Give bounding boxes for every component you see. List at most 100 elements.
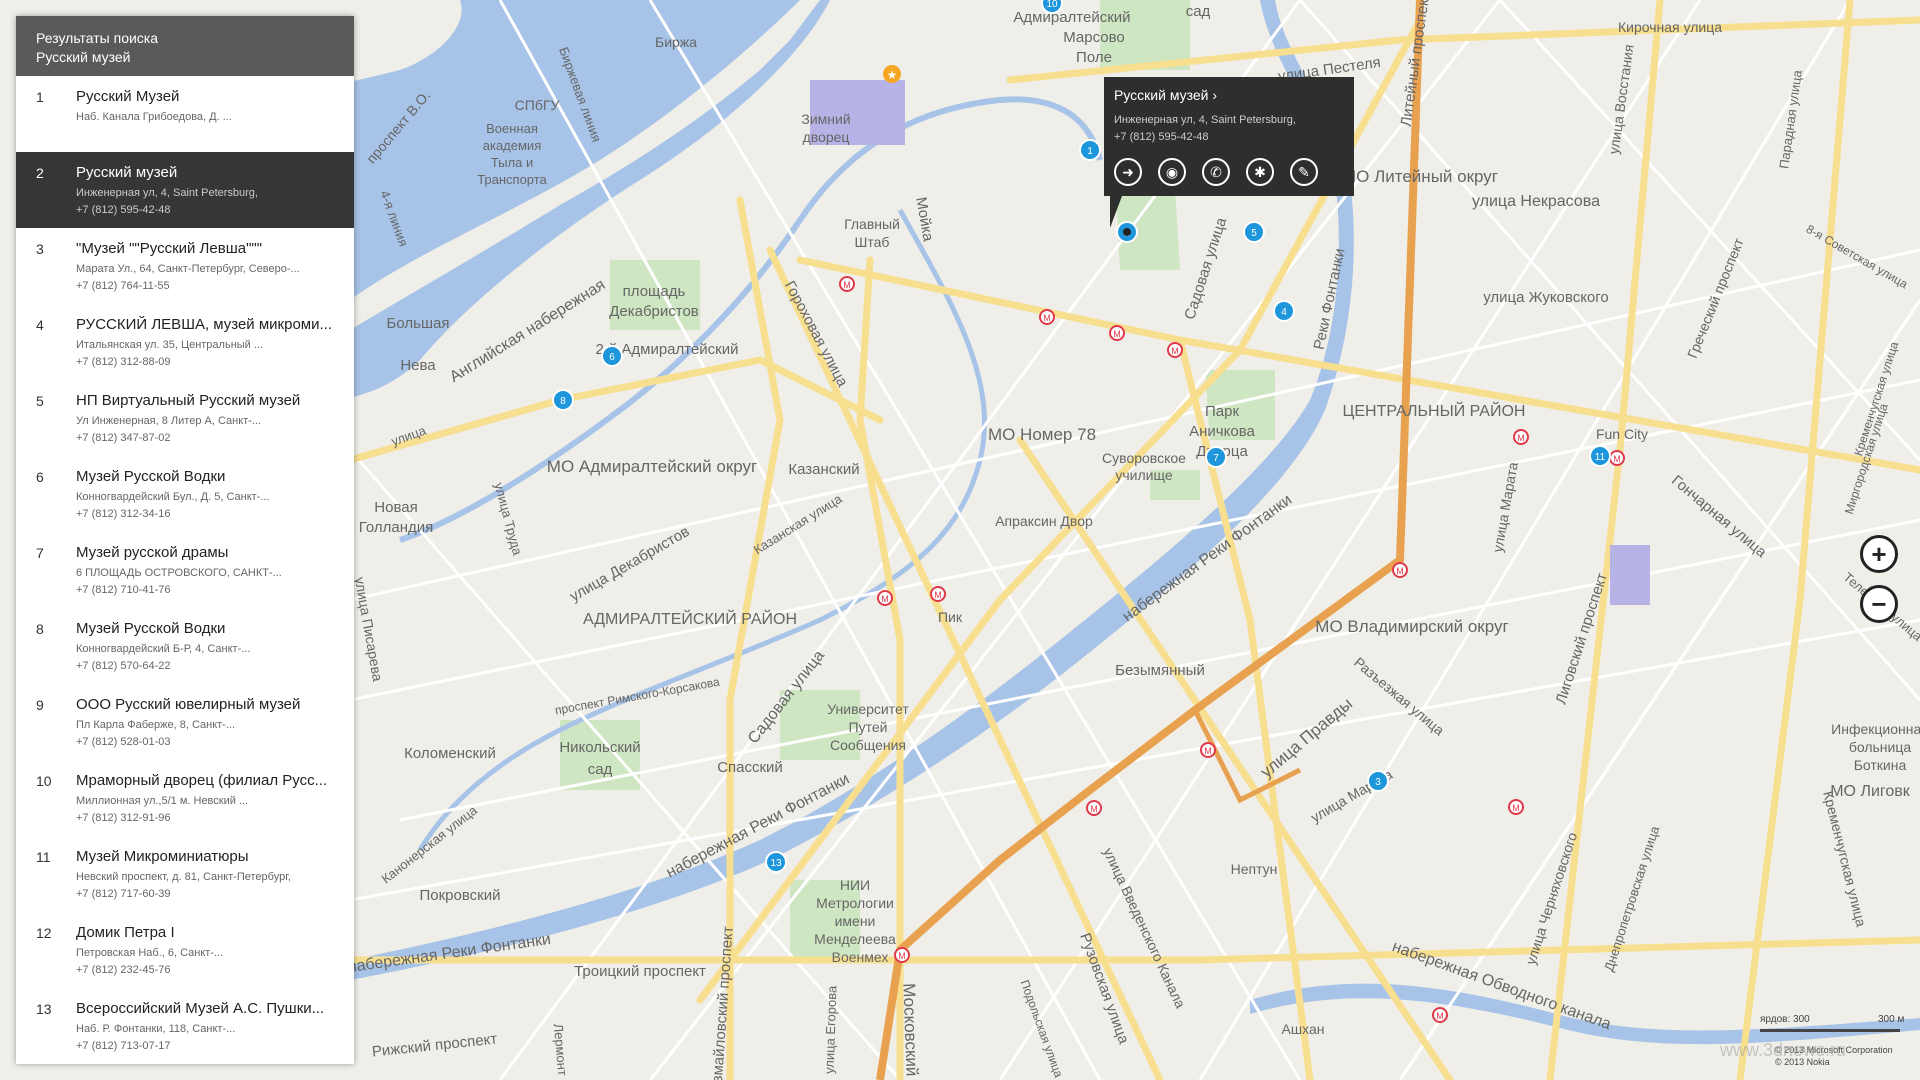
directions-icon[interactable]: ➜ [1114,158,1142,186]
metro-glyph: M [1396,566,1404,576]
callout-address: Инженерная ул, 4, Saint Petersburg, [1114,114,1296,126]
result-address: Миллионная ул.,5/1 м. Невский ... [76,795,249,807]
result-phone: +7 (812) 717-60-39 [76,888,171,900]
result-number: 4 [36,317,44,333]
result-address: Инженерная ул, 4, Saint Petersburg, [76,187,258,199]
map-label: Инфекционная [1831,721,1920,737]
result-number: 12 [36,925,52,941]
map-label: Военмех [832,949,889,965]
callout-phone: +7 (812) 595-42-48 [1114,131,1209,143]
map-label: Ашхан [1282,1021,1325,1037]
result-pin[interactable]: 4 [1273,300,1295,322]
map-label: сад [588,761,613,778]
metro-glyph: M [1517,433,1525,443]
map-label: академия [483,138,542,153]
result-pin[interactable]: 13 [765,851,787,873]
map-label: Московский [899,983,921,1077]
result-pin[interactable]: 1 [1079,139,1101,161]
map-label: МО Владимирский округ [1315,617,1508,636]
map-label: Сообщения [830,737,906,753]
result-address: 6 ПЛОЩАДЬ ОСТРОВСКОГО, САНКТ-... [76,567,282,579]
result-item[interactable]: 8 Музей Русской Водки Конногвардейский Б-Р… [16,608,354,684]
nearby-icon[interactable]: ✱ [1246,158,1274,186]
result-pin[interactable]: 6 [601,345,623,367]
map-label: Спасский [717,759,783,776]
result-item[interactable]: 4 РУССКИЙ ЛЕВША, музей микроми... Итальянс… [16,304,354,380]
map-label: Адмиралтейский [1013,9,1130,26]
map-label: улица Егорова [821,985,839,1074]
metro-glyph: M [1113,329,1121,339]
map-label: Парк [1205,403,1239,420]
map-label: Казанский [788,461,859,478]
callout-actions: ➜ ◉ ✆ ✱ ✎ [1114,158,1334,186]
map-label: Декабристов [609,303,699,320]
map-label: Пик [938,609,963,625]
zoom-in-button[interactable]: + [1860,535,1898,573]
result-name: Музей Русской Водки [76,468,226,485]
result-item[interactable]: 5 НП Виртуальный Русский музей Ул Инженерн… [16,380,354,456]
map-label: Безымянный [1115,662,1205,679]
results-title: Результаты поиска [36,30,159,46]
pin-number: 1 [1087,146,1093,157]
map-label: Троицкий проспект [574,963,706,980]
map-label: улица Жуковского [1483,289,1609,306]
map-label: Транспорта [477,172,547,187]
map-label: Биржа [655,34,697,50]
result-pin[interactable]: 3 [1367,770,1389,792]
result-pin[interactable]: 5 [1243,221,1265,243]
result-name: Всероссийский Музей А.С. Пушки... [76,1000,325,1017]
pin-number: 6 [609,352,615,363]
result-pin[interactable]: 11 [1589,445,1611,467]
building-block [1610,545,1650,605]
result-item[interactable]: 9 ООО Русский ювелирный музей Пл Карла Фаб… [16,684,354,760]
callout-title[interactable]: Русский музей › [1114,87,1217,103]
result-pin[interactable]: 7 [1205,446,1227,468]
result-address: Ул Инженерная, 8 Литер А, Санкт-... [76,415,262,427]
result-name: Русский Музей [76,88,180,105]
result-item[interactable]: 11 Музей Микроминиатюры Невский проспект, … [16,836,354,912]
result-phone: +7 (812) 312-88-09 [76,356,171,368]
map-label: Военная [486,121,538,136]
result-item[interactable]: 13 Всероссийский Музей А.С. Пушки... Наб. … [16,988,354,1064]
map-label: Fun City [1596,426,1648,442]
result-address: Наб. Р. Фонтанки, 118, Санкт-... [76,1023,236,1035]
zoom-out-button[interactable]: − [1860,585,1898,623]
metro-glyph: M [881,594,889,604]
pin-number: 7 [1213,453,1219,464]
pin-number: 3 [1375,777,1381,788]
result-item[interactable]: 7 Музей русской драмы 6 ПЛОЩАДЬ ОСТРОВСКОГ… [16,532,354,608]
map-label: площадь [623,283,686,300]
result-phone: +7 (812) 713-07-17 [76,1040,171,1052]
map-label: Суворовское [1102,450,1186,466]
result-pin[interactable]: 8 [552,389,574,411]
pin-number: 8 [560,396,566,407]
result-phone: +7 (812) 232-45-76 [76,964,171,976]
location-callout: Русский музей › Инженерная ул, 4, Saint … [1104,77,1354,228]
result-number: 2 [36,165,44,181]
result-item[interactable]: 1 Русский Музей Наб. Канала Грибоедова, Д.… [16,76,354,152]
result-number: 9 [36,697,44,713]
result-item[interactable]: 3 "Музей ""Русский Левша""" Марата Ул., 64… [16,228,354,304]
map-label: МО Литейный округ [1342,167,1498,186]
result-item[interactable]: 6 Музей Русской Водки Конногвардейский Бул… [16,456,354,532]
website-icon[interactable]: ◉ [1158,158,1186,186]
result-number: 5 [36,393,44,409]
metro-glyph: M [1512,803,1520,813]
edit-icon[interactable]: ✎ [1290,158,1318,186]
result-item[interactable]: 2 Русский музей Инженерная ул, 4, Saint Pe… [16,152,354,228]
results-query: Русский музей [36,49,131,65]
result-pin[interactable]: 10 [1041,0,1063,14]
result-item[interactable]: 12 Домик Петра I Петровская Наб., 6, Санкт… [16,912,354,988]
map-label: Большая [387,315,450,332]
result-item[interactable]: 10 Мраморный дворец (филиал Русс... Миллио… [16,760,354,836]
map-label: училище [1115,467,1172,483]
phone-icon[interactable]: ✆ [1202,158,1230,186]
chevron-right-icon: › [1212,87,1218,103]
map-label: Боткина [1854,757,1907,773]
result-address: Конногвардейский Б-Р, 4, Санкт-... [76,643,251,655]
pin-number: 4 [1281,307,1287,318]
metro-glyph: M [934,590,942,600]
result-name: Музей русской драмы [76,544,229,561]
map-label: Апраксин Двор [995,513,1093,529]
map-label: АДМИРАЛТЕЙСКИЙ РАЙОН [583,609,797,628]
